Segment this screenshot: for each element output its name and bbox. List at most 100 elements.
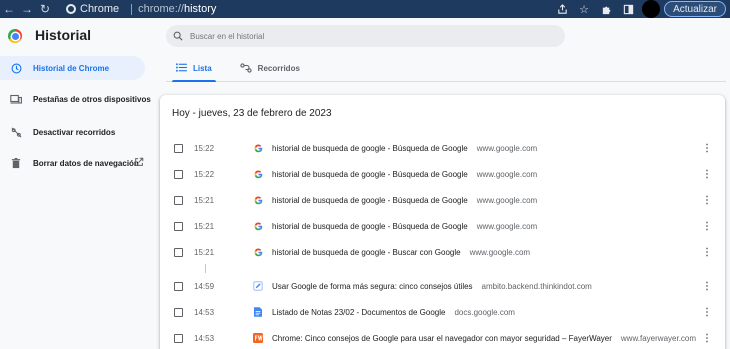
address-bar[interactable]: Chrome chrome://history	[60, 0, 552, 18]
trash-icon	[10, 157, 22, 169]
row-time: 15:22	[194, 143, 215, 153]
history-row[interactable]: 15:21 historial de busqueda de google - …	[160, 213, 725, 239]
history-row[interactable]: 14:59 Usar Google de forma más segura: c…	[160, 273, 725, 299]
clock-icon	[10, 62, 22, 74]
chrome-logo-icon	[8, 29, 22, 43]
row-checkbox[interactable]	[174, 143, 183, 153]
open-in-new-icon	[134, 157, 144, 169]
journeys-off-icon	[10, 126, 22, 138]
google-icon	[253, 169, 263, 179]
tab-label: Lista	[193, 64, 212, 73]
row-title-link[interactable]: historial de busqueda de google - Búsque…	[272, 222, 468, 231]
site-chip-label: Chrome	[80, 3, 120, 15]
row-domain: www.google.com	[476, 221, 538, 231]
profile-avatar[interactable]	[642, 0, 661, 18]
sidebar-item-label: Desactivar recorridos	[33, 127, 116, 137]
url-scheme: chrome://	[138, 3, 184, 15]
more-options-icon[interactable]: ⋮	[702, 280, 712, 292]
sidebar-item-other-devices[interactable]: Pestañas de otros dispositivos	[0, 82, 155, 116]
sidebar-item-clear-data[interactable]: Borrar datos de navegación	[0, 146, 155, 180]
share-icon[interactable]	[552, 0, 572, 18]
row-checkbox[interactable]	[174, 333, 183, 343]
google-icon	[253, 221, 263, 231]
row-domain: www.google.com	[476, 195, 538, 205]
row-title-link[interactable]: historial de busqueda de google - Búsque…	[272, 196, 468, 205]
history-row[interactable]: 14:53 Chrome: Cinco consejos de Google p…	[160, 325, 725, 349]
more-options-icon[interactable]: ⋮	[702, 306, 712, 318]
history-tabs: Lista Recorridos	[166, 56, 726, 82]
row-domain: docs.google.com	[454, 307, 515, 317]
row-checkbox[interactable]	[174, 307, 183, 317]
omnibox-divider	[131, 3, 133, 15]
row-time: 14:59	[194, 281, 215, 291]
search-box[interactable]	[166, 25, 565, 47]
row-domain: ambito.backend.thinkindot.com	[481, 281, 592, 291]
row-title-link[interactable]: Listado de Notas 23/02 - Documentos de G…	[272, 308, 445, 317]
more-options-icon[interactable]: ⋮	[702, 220, 712, 232]
more-options-icon[interactable]: ⋮	[702, 142, 712, 154]
search-icon	[166, 31, 190, 41]
reload-icon[interactable]: ↻	[36, 0, 54, 18]
row-domain: www.fayerwayer.com	[620, 333, 697, 343]
page-title: Historial	[35, 27, 92, 43]
more-options-icon[interactable]: ⋮	[702, 194, 712, 206]
row-title-link[interactable]: historial de busqueda de google - Buscar…	[272, 248, 461, 257]
row-domain: www.google.com	[476, 143, 538, 153]
history-row[interactable]: 14:53 Listado de Notas 23/02 - Documento…	[160, 299, 725, 325]
docs-icon	[253, 307, 263, 317]
row-title-link[interactable]: historial de busqueda de google - Búsque…	[272, 144, 468, 153]
tab-label: Recorridos	[257, 64, 300, 73]
bookmark-star-icon[interactable]: ☆	[574, 0, 594, 18]
sidebar-item-label: Borrar datos de navegación	[33, 158, 139, 168]
row-title-link[interactable]: historial de busqueda de google - Búsque…	[272, 170, 468, 179]
url-host: history	[183, 3, 217, 15]
more-options-icon[interactable]: ⋮	[702, 168, 712, 180]
tab-list[interactable]: Lista	[166, 56, 222, 82]
row-title-link[interactable]: Usar Google de forma más segura: cinco c…	[272, 282, 473, 291]
row-time: 15:21	[194, 221, 215, 231]
site-info-chip[interactable]: Chrome	[60, 3, 125, 15]
date-heading: Hoy - jueves, 23 de febrero de 2023	[172, 108, 332, 119]
row-title-link[interactable]: Chrome: Cinco consejos de Google para us…	[272, 334, 612, 343]
more-options-icon[interactable]: ⋮	[702, 332, 712, 344]
sidebar-item-label: Pestañas de otros dispositivos	[33, 94, 151, 104]
history-header: Historial	[0, 18, 730, 56]
history-card: Hoy - jueves, 23 de febrero de 2023 15:2…	[160, 95, 725, 349]
fw-icon	[253, 333, 263, 343]
row-time: 15:21	[194, 247, 215, 257]
more-options-icon[interactable]: ⋮	[702, 246, 712, 258]
tab-journeys[interactable]: Recorridos	[230, 56, 310, 81]
row-domain: www.google.com	[476, 169, 538, 179]
row-time: 15:22	[194, 169, 215, 179]
history-row[interactable]: 15:21 historial de busqueda de google - …	[160, 187, 725, 213]
browser-toolbar: ← → ↻ Chrome chrome://history ☆ Actualiz…	[0, 0, 730, 18]
forward-arrow-icon[interactable]: →	[18, 0, 36, 18]
devices-icon	[10, 93, 22, 105]
row-time: 15:21	[194, 195, 215, 205]
row-checkbox[interactable]	[174, 281, 183, 291]
sidebar: Historial de Chrome Pestañas de otros di…	[0, 56, 155, 180]
google-icon	[253, 195, 263, 205]
extensions-puzzle-icon[interactable]	[596, 0, 616, 18]
row-checkbox[interactable]	[174, 169, 183, 179]
sidebar-item-label: Historial de Chrome	[33, 63, 110, 73]
row-checkbox[interactable]	[174, 195, 183, 205]
google-icon	[253, 143, 263, 153]
google-icon	[253, 247, 263, 257]
history-row[interactable]: 15:21 historial de busqueda de google - …	[160, 239, 725, 265]
edit-icon	[253, 281, 263, 291]
update-button[interactable]: Actualizar	[664, 1, 726, 17]
sidebar-item-disable-journeys[interactable]: Desactivar recorridos	[0, 120, 155, 144]
search-input[interactable]	[190, 31, 550, 41]
row-domain: www.google.com	[469, 247, 531, 257]
side-panel-icon[interactable]	[618, 0, 638, 18]
history-row[interactable]: 15:22 historial de busqueda de google - …	[160, 161, 725, 187]
row-checkbox[interactable]	[174, 221, 183, 231]
journeys-icon	[240, 62, 252, 75]
back-arrow-icon[interactable]: ←	[0, 0, 18, 18]
row-checkbox[interactable]	[174, 247, 183, 257]
history-row[interactable]: 15:22 historial de busqueda de google - …	[160, 135, 725, 161]
row-time: 14:53	[194, 307, 215, 317]
time-gap-divider	[205, 264, 206, 273]
sidebar-item-chrome-history[interactable]: Historial de Chrome	[0, 56, 145, 80]
